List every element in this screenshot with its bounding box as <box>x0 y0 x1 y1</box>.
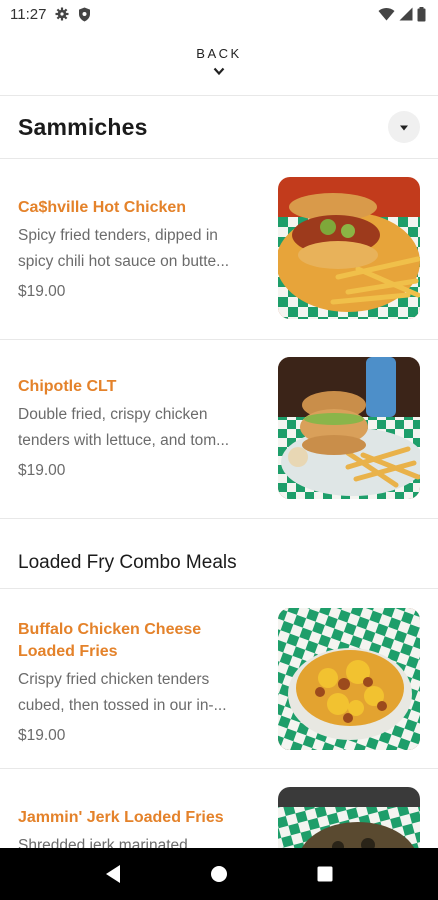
item-text: Chipotle CLT Double fried, crispy chicke… <box>18 376 258 482</box>
item-name: Chipotle CLT <box>18 378 117 395</box>
item-description-line: Double fried, crispy chicken <box>18 406 208 423</box>
status-left: 11:27 <box>10 6 91 23</box>
item-description: Shredded jerk marinated <box>18 833 258 848</box>
divider <box>0 518 438 519</box>
item-image[interactable] <box>278 608 420 750</box>
wifi-icon <box>378 7 395 21</box>
recents-square-icon[interactable] <box>305 854 345 894</box>
item-description-line: Spicy fried tenders, dipped in <box>18 227 218 244</box>
status-bar: 11:27 <box>0 0 438 28</box>
item-name: Buffalo Chicken Cheese Loaded Fries <box>18 619 258 663</box>
item-price: $19.00 <box>18 462 66 479</box>
category-title: Loaded Fry Combo Meals <box>18 552 237 573</box>
item-image[interactable] <box>278 787 420 848</box>
section-title: Sammiches <box>18 113 148 140</box>
item-description-line: Shredded jerk marinated <box>18 837 188 848</box>
item-description: Double fried, crispy chicken tenders wit… <box>18 402 258 454</box>
back-button[interactable]: BACK <box>0 38 438 88</box>
section-header: Sammiches <box>0 97 438 157</box>
item-price: $19.00 <box>18 283 66 300</box>
item-text: Jammin' Jerk Loaded Fries Shredded jerk … <box>18 807 258 848</box>
item-price: $19.00 <box>18 727 66 744</box>
item-description-line: Crispy fried chicken tenders <box>18 671 210 688</box>
item-name-line: Buffalo Chicken Cheese <box>18 621 202 638</box>
divider <box>0 95 438 96</box>
back-triangle-icon[interactable] <box>93 854 133 894</box>
item-text: Buffalo Chicken Cheese Loaded Fries Cris… <box>18 619 258 747</box>
menu-item[interactable]: Jammin' Jerk Loaded Fries Shredded jerk … <box>0 769 438 848</box>
caret-down-icon <box>399 118 409 136</box>
menu-item[interactable]: Ca$hville Hot Chicken Spicy fried tender… <box>0 159 438 339</box>
navigation-bar <box>0 848 438 900</box>
item-description: Spicy fried tenders, dipped in spicy chi… <box>18 223 258 275</box>
item-description-line: tenders with lettuce, and tom... <box>18 432 230 449</box>
back-label: BACK <box>196 46 242 61</box>
battery-icon <box>417 6 426 22</box>
menu-item[interactable]: Buffalo Chicken Cheese Loaded Fries Cris… <box>0 589 438 769</box>
item-image[interactable] <box>278 177 420 319</box>
chevron-down-icon <box>213 63 225 81</box>
item-text: Ca$hville Hot Chicken Spicy fried tender… <box>18 197 258 303</box>
item-description-line: spicy chili hot sauce on butte... <box>18 253 230 270</box>
item-description: Crispy fried chicken tenders cubed, then… <box>18 667 258 719</box>
item-name: Jammin' Jerk Loaded Fries <box>18 809 224 826</box>
menu-item[interactable]: Chipotle CLT Double fried, crispy chicke… <box>0 340 438 520</box>
section-dropdown-button[interactable] <box>388 111 420 143</box>
signal-icon <box>399 7 413 21</box>
item-name: Ca$hville Hot Chicken <box>18 199 187 216</box>
clock: 11:27 <box>10 5 47 23</box>
shield-icon <box>78 7 91 22</box>
home-circle-icon[interactable] <box>199 854 239 894</box>
item-name-line: Loaded Fries <box>18 643 118 660</box>
status-right <box>378 6 426 22</box>
gear-icon <box>55 7 69 21</box>
item-description-line: cubed, then tossed in our in-... <box>18 697 227 714</box>
item-image[interactable] <box>278 357 420 499</box>
